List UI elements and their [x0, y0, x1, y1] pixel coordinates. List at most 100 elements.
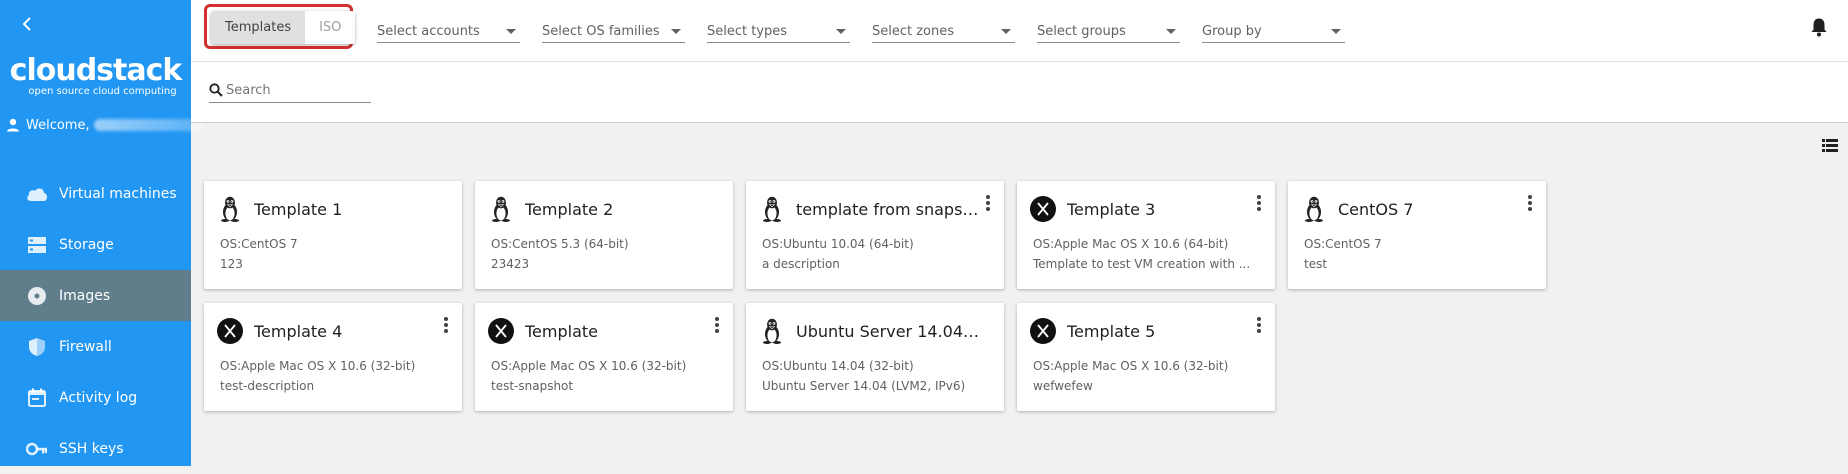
types-select[interactable]: Select types: [707, 20, 850, 43]
select-label: Group by: [1202, 23, 1262, 39]
zones-select[interactable]: Select zones: [872, 20, 1015, 43]
username-redacted: [93, 119, 204, 131]
iso-toggle-button[interactable]: ISO: [305, 11, 356, 44]
key-icon: [25, 437, 49, 461]
calendar-icon: [25, 386, 49, 410]
template-card[interactable]: Template 3 OS:Apple Mac OS X 10.6 (64-bi…: [1017, 181, 1275, 289]
sidebar-item-label: Storage: [59, 236, 114, 253]
select-label: Select OS families: [542, 23, 660, 39]
linux-icon: [216, 195, 244, 223]
group-by-select[interactable]: Group by: [1202, 20, 1345, 43]
cloudstack-logo: cloudstack open source cloud computing: [0, 54, 191, 98]
template-card[interactable]: Ubuntu Server 14.04 (... OS:Ubuntu 14.04…: [746, 303, 1004, 411]
select-label: Select accounts: [377, 23, 480, 39]
caret-down-icon: [1331, 28, 1341, 34]
user-icon: [7, 118, 19, 132]
template-card[interactable]: CentOS 7 OS:CentOS 7 test: [1288, 181, 1546, 289]
mac-os-x-icon: [1029, 195, 1057, 223]
search-input[interactable]: [223, 82, 361, 98]
sidebar-item-virtual-machines[interactable]: Virtual machines: [0, 168, 191, 219]
template-card[interactable]: Template OS:Apple Mac OS X 10.6 (32-bit)…: [475, 303, 733, 411]
template-name: CentOS 7: [1338, 199, 1414, 219]
card-menu-button[interactable]: [1253, 315, 1265, 335]
sidebar-item-storage[interactable]: Storage: [0, 219, 191, 270]
caret-down-icon: [506, 28, 516, 34]
more-vert-icon: [1528, 195, 1532, 199]
template-name: Template: [525, 321, 599, 341]
card-menu-button[interactable]: [711, 315, 723, 335]
template-description: a description: [762, 257, 840, 271]
linux-icon: [1300, 195, 1328, 223]
template-os: OS:CentOS 7: [1304, 237, 1382, 251]
template-description: 123: [220, 257, 243, 271]
sidebar-item-images[interactable]: Images: [0, 270, 191, 321]
card-menu-button[interactable]: [982, 193, 994, 213]
sidebar-item-label: SSH keys: [59, 440, 124, 457]
more-vert-icon: [1257, 317, 1261, 321]
templates-toggle-button[interactable]: Templates: [211, 11, 306, 44]
welcome-user[interactable]: Welcome,: [6, 114, 204, 136]
template-description: test-snapshot: [491, 379, 574, 393]
disc-icon: [25, 284, 49, 308]
sidebar-item-ssh-keys[interactable]: SSH keys: [0, 423, 191, 474]
template-os: OS:CentOS 5.3 (64-bit): [491, 237, 629, 251]
template-card[interactable]: Template 2 OS:CentOS 5.3 (64-bit) 23423: [475, 181, 733, 289]
template-name: Template 3: [1067, 199, 1156, 219]
templates-grid: Template 1 OS:CentOS 7 123 Template 2 OS…: [204, 181, 1824, 425]
mac-os-x-icon: [487, 317, 515, 345]
template-card[interactable]: template from snapshot OS:Ubuntu 10.04 (…: [746, 181, 1004, 289]
filter-toolbar: Templates ISO Select accounts Select OS …: [191, 0, 1848, 62]
card-menu-button[interactable]: [440, 315, 452, 335]
template-name: template from snapshot: [796, 199, 982, 219]
template-os: OS:Apple Mac OS X 10.6 (64-bit): [1033, 237, 1229, 251]
linux-icon: [487, 195, 515, 223]
template-os: OS:Ubuntu 14.04 (32-bit): [762, 359, 914, 373]
sidebar-nav: Virtual machines Storage Images Firewall…: [0, 168, 191, 474]
sidebar-item-activity-log[interactable]: Activity log: [0, 372, 191, 423]
os-families-select[interactable]: Select OS families: [542, 20, 685, 43]
logo-tagline: open source cloud computing: [28, 86, 177, 97]
sidebar-item-firewall[interactable]: Firewall: [0, 321, 191, 372]
collapse-sidebar-button[interactable]: [18, 14, 38, 34]
more-vert-icon: [444, 317, 448, 321]
linux-icon: [758, 317, 786, 345]
template-card[interactable]: Template 4 OS:Apple Mac OS X 10.6 (32-bi…: [204, 303, 462, 411]
template-name: Template 2: [525, 199, 614, 219]
select-label: Select zones: [872, 23, 955, 39]
accounts-select[interactable]: Select accounts: [377, 20, 520, 43]
template-os: OS:Ubuntu 10.04 (64-bit): [762, 237, 914, 251]
card-menu-button[interactable]: [1524, 193, 1536, 213]
sidebar: cloudstack open source cloud computing W…: [0, 0, 204, 466]
search-bar: [191, 62, 1848, 123]
mac-os-x-icon: [1029, 317, 1057, 345]
template-os: OS:Apple Mac OS X 10.6 (32-bit): [1033, 359, 1229, 373]
card-menu-button[interactable]: [1253, 193, 1265, 213]
sidebar-item-label: Activity log: [59, 389, 138, 406]
caret-down-icon: [671, 28, 681, 34]
notifications-button[interactable]: [1810, 17, 1828, 41]
caret-down-icon: [836, 28, 846, 34]
template-description: Ubuntu Server 14.04 (LVM2, IPv6): [762, 379, 966, 393]
storage-icon: [25, 233, 49, 257]
select-label: Select types: [707, 23, 788, 39]
template-description: test: [1304, 257, 1328, 271]
view-list-icon: [1822, 139, 1838, 152]
template-name: Template 5: [1067, 321, 1156, 341]
more-vert-icon: [715, 317, 719, 321]
chevron-left-icon: [22, 17, 31, 31]
linux-icon: [758, 195, 786, 223]
logo-name: cloudstack: [9, 53, 183, 88]
search-field: [209, 78, 371, 103]
sidebar-item-label: Firewall: [59, 338, 112, 355]
list-view-button[interactable]: [1822, 138, 1838, 157]
shield-icon: [25, 335, 49, 359]
template-card[interactable]: Template 1 OS:CentOS 7 123: [204, 181, 462, 289]
template-name: Template 4: [254, 321, 343, 341]
mac-os-x-icon: [216, 317, 244, 345]
caret-down-icon: [1166, 28, 1176, 34]
groups-select[interactable]: Select groups: [1037, 20, 1180, 43]
sidebar-item-label: Images: [59, 287, 111, 304]
template-card[interactable]: Template 5 OS:Apple Mac OS X 10.6 (32-bi…: [1017, 303, 1275, 411]
template-os: OS:Apple Mac OS X 10.6 (32-bit): [491, 359, 687, 373]
mode-toggle: Templates ISO: [211, 11, 356, 44]
